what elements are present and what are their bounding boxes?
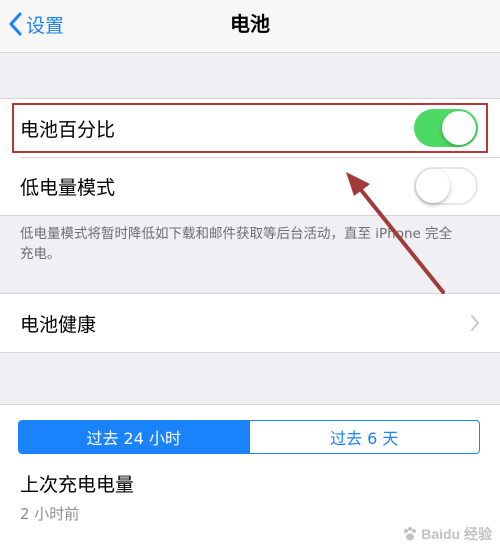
toggle-knob [442,111,476,145]
battery-health-row[interactable]: 电池健康 [0,294,500,352]
toggle-knob [416,169,450,203]
battery-settings-group: 电池百分比 低电量模式 [0,98,500,216]
low-power-mode-row: 低电量模式 [0,157,500,215]
row-divider [20,157,500,158]
time-range-segmented-control: 过去 24 小时 过去 6 天 [18,420,480,454]
battery-percentage-row: 电池百分比 [0,99,500,157]
battery-health-group: 电池健康 [0,293,500,353]
low-power-mode-toggle[interactable] [414,167,478,205]
paw-logo-icon [404,527,417,541]
baidu-watermark: Baidu 经验 [402,524,492,544]
low-power-mode-label: 低电量模式 [20,176,116,199]
navigation-bar: 设置 电池 [0,0,500,53]
low-power-mode-footnote: 低电量模式将暂时降低如下载和邮件获取等后台活动，直至 iPhone 完全充电。 [20,226,453,262]
last-charge-value: 2 小时前 [20,505,80,523]
watermark-text: Baidu 经验 [421,526,492,542]
last-charge-label: 上次充电电量 [20,474,135,496]
segment-last-6-days[interactable]: 过去 6 天 [248,421,479,453]
battery-percentage-label: 电池百分比 [20,118,116,141]
segment-last-24-hours[interactable]: 过去 24 小时 [19,421,249,453]
page-title: 电池 [230,12,270,36]
chevron-right-icon [471,315,479,331]
battery-health-label: 电池健康 [20,313,97,336]
battery-percentage-toggle[interactable] [414,109,478,147]
